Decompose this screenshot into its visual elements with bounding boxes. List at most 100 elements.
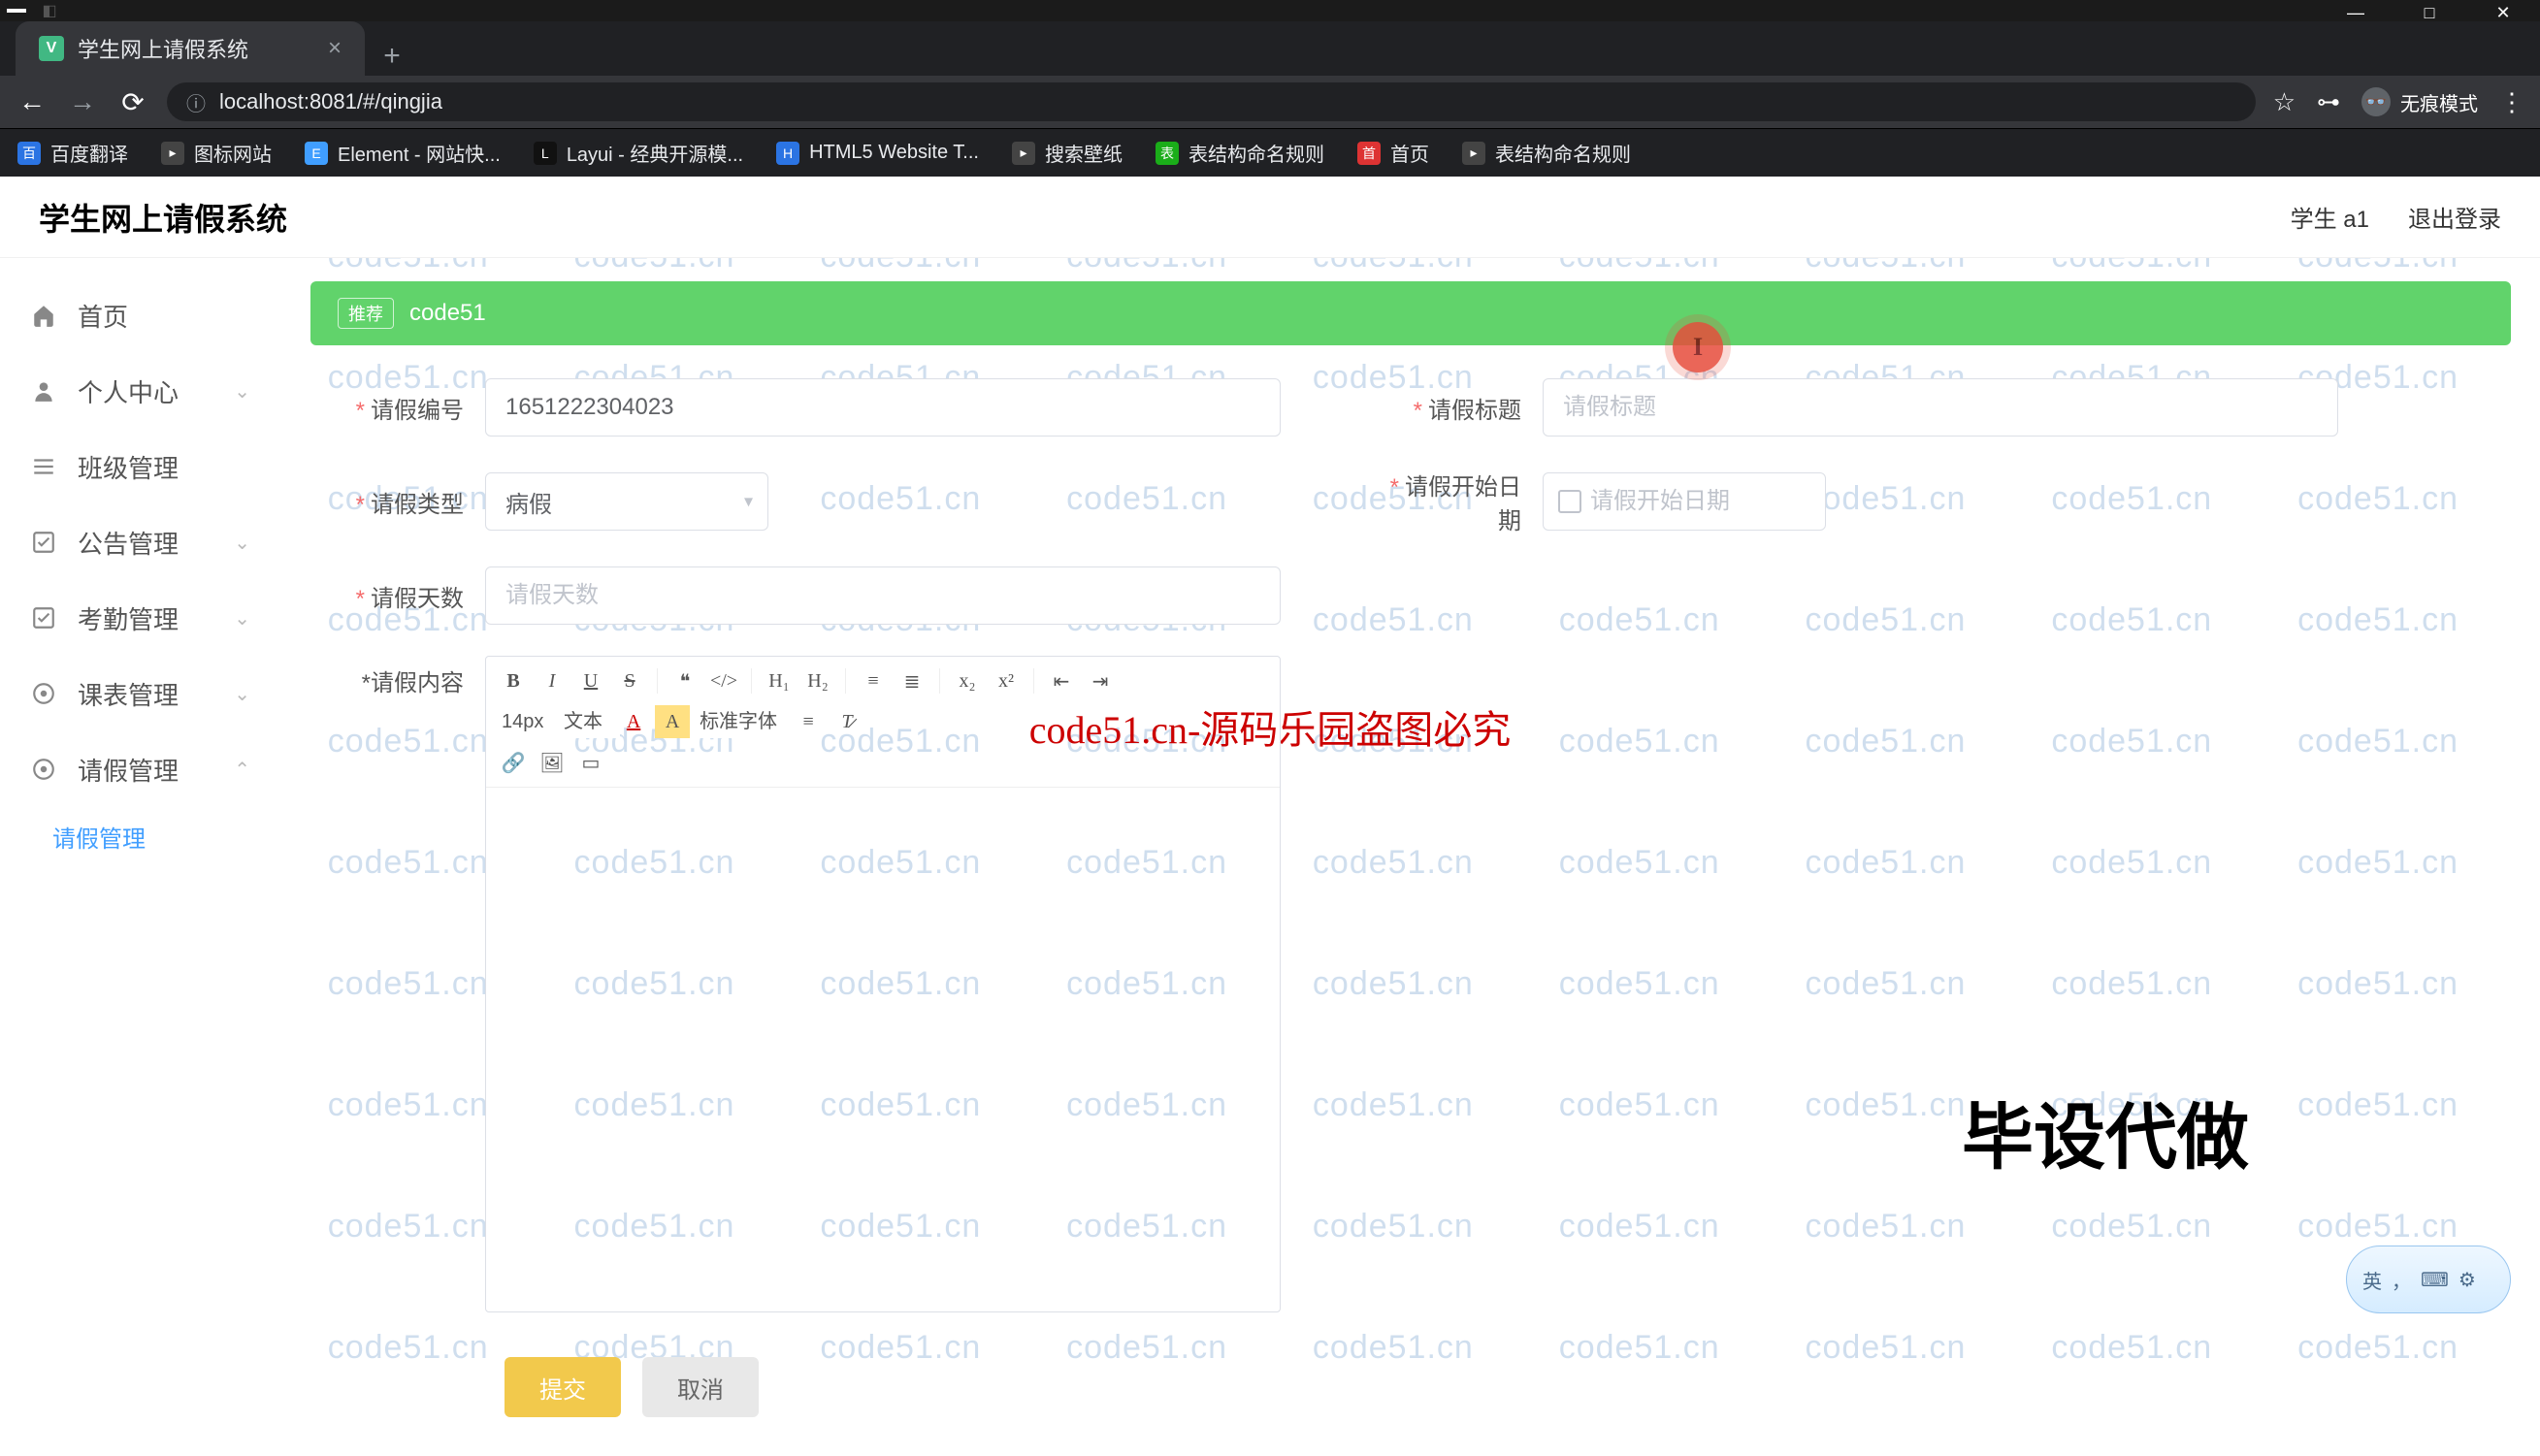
sidebar-item-attendance[interactable]: 考勤管理 ⌄	[0, 580, 281, 656]
italic-icon[interactable]: I	[535, 664, 570, 697]
label-leave-title: 请假标题	[1428, 398, 1521, 424]
bookmark-item[interactable]: ▸搜索壁纸	[1012, 139, 1123, 167]
nav-forward-icon[interactable]: →	[66, 86, 99, 117]
header-logout[interactable]: 退出登录	[2408, 200, 2501, 234]
window-maximize[interactable]: □	[2393, 0, 2466, 25]
sidebar-subitem-leave-manage[interactable]: 请假管理	[0, 807, 281, 865]
bookmark-item[interactable]: LLayui - 经典开源模...	[534, 139, 743, 167]
main-content: 推荐 code51 *请假编号 *请假标题 *请假类型 *请假开始日期 *请假天…	[281, 258, 2540, 1456]
pinned-app-icon[interactable]: ◧	[33, 0, 66, 21]
indent-icon[interactable]: ⇥	[1083, 664, 1118, 697]
submit-button[interactable]: 提交	[505, 1357, 621, 1417]
bookmark-item[interactable]: 百百度翻译	[17, 139, 128, 167]
sidebar-label: 个人中心	[78, 373, 179, 409]
h1-icon[interactable]: H₁	[762, 664, 797, 697]
taskbar-icon[interactable]	[0, 0, 33, 21]
clear-format-icon[interactable]: T̷	[830, 705, 864, 738]
list-ol-icon[interactable]: ≡	[856, 664, 891, 697]
bookmark-item[interactable]: ▸表结构命名规则	[1462, 139, 1631, 167]
incognito-icon: 👓	[2361, 87, 2391, 116]
underline-icon[interactable]: U	[573, 664, 608, 697]
strike-icon[interactable]: S	[612, 664, 647, 697]
field-leave-type: *请假类型	[310, 468, 1290, 535]
sidebar-item-home[interactable]: 首页	[0, 277, 281, 353]
sidebar-item-notice[interactable]: 公告管理 ⌄	[0, 504, 281, 580]
code-icon[interactable]: </>	[706, 664, 741, 697]
sidebar-item-leave[interactable]: 请假管理 ⌃	[0, 731, 281, 807]
bold-icon[interactable]: B	[496, 664, 531, 697]
image-icon[interactable]: 🖼	[535, 746, 570, 779]
cancel-button[interactable]: 取消	[642, 1357, 759, 1417]
leave-form: *请假编号 *请假标题 *请假类型 *请假开始日期 *请假天数 *请假内容	[310, 378, 2348, 1312]
ime-settings-icon[interactable]: ⚙	[2459, 1268, 2476, 1292]
subscript-icon[interactable]: x₂	[950, 664, 985, 697]
font-family-select[interactable]: 标准字体	[694, 705, 795, 738]
tab-title: 学生网上请假系统	[78, 33, 248, 64]
field-start-date: *请假开始日期	[1368, 468, 2348, 535]
window-close[interactable]: ✕	[2466, 0, 2540, 25]
app-title: 学生网上请假系统	[39, 195, 287, 240]
sidebar-label: 请假管理	[78, 752, 179, 788]
bookmark-item[interactable]: 表表结构命名规则	[1156, 139, 1324, 167]
password-key-icon[interactable]: ⊶	[2317, 88, 2340, 116]
outdent-icon[interactable]: ⇤	[1044, 664, 1079, 697]
url-text: localhost:8081/#/qingjia	[219, 89, 442, 114]
h2-icon[interactable]: H₂	[800, 664, 835, 697]
incognito-label: 无痕模式	[2400, 88, 2478, 116]
block-format-select[interactable]: 文本	[558, 705, 620, 738]
user-icon	[31, 378, 56, 404]
chevron-down-icon: ⌄	[234, 682, 250, 706]
list-icon	[31, 454, 56, 479]
header-user[interactable]: 学生 a1	[2291, 200, 2369, 234]
bg-color-icon[interactable]: A	[655, 705, 690, 738]
browser-tabstrip: V 学生网上请假系统 × +	[0, 21, 2540, 76]
select-leave-type[interactable]	[485, 472, 768, 531]
list-ul-icon[interactable]: ≣	[895, 664, 929, 697]
video-icon[interactable]: ▭	[573, 746, 608, 779]
chevron-down-icon: ⌄	[234, 379, 250, 404]
sidebar-item-profile[interactable]: 个人中心 ⌄	[0, 353, 281, 429]
target-icon	[31, 757, 56, 782]
sidebar-item-class[interactable]: 班级管理	[0, 429, 281, 504]
input-start-date[interactable]	[1543, 472, 1826, 531]
nav-reload-icon[interactable]: ⟳	[116, 86, 149, 118]
browser-address-bar: ← → ⟳ ⓘ localhost:8081/#/qingjia ☆ ⊶ 👓 无…	[0, 76, 2540, 128]
window-minimize[interactable]: —	[2319, 0, 2393, 25]
sidebar-item-timetable[interactable]: 课表管理 ⌄	[0, 656, 281, 731]
browser-tab[interactable]: V 学生网上请假系统 ×	[16, 21, 365, 76]
target-icon	[31, 681, 56, 706]
align-icon[interactable]: ≡	[791, 705, 826, 738]
bookmark-star-icon[interactable]: ☆	[2273, 87, 2296, 117]
sidebar-label: 考勤管理	[78, 600, 179, 636]
ime-punct-icon[interactable]: ，	[2392, 1266, 2411, 1294]
nav-back-icon[interactable]: ←	[16, 86, 49, 117]
chevron-down-icon: ⌄	[234, 606, 250, 631]
url-input[interactable]: ⓘ localhost:8081/#/qingjia	[167, 82, 2256, 121]
new-tab-button[interactable]: +	[373, 37, 411, 76]
sidebar-label: 公告管理	[78, 525, 179, 561]
text-color-icon[interactable]: A	[616, 705, 651, 738]
home-icon	[31, 303, 56, 328]
input-leave-id[interactable]	[485, 378, 1281, 437]
input-leave-days[interactable]	[485, 566, 1281, 625]
link-icon[interactable]: 🔗	[496, 746, 531, 779]
field-leave-days: *请假天数	[310, 566, 2348, 625]
site-info-icon[interactable]: ⓘ	[186, 88, 206, 116]
browser-menu-icon[interactable]: ⋮	[2499, 87, 2524, 117]
editor-body[interactable]	[486, 788, 1280, 1311]
bookmark-item[interactable]: ▸图标网站	[161, 139, 272, 167]
tab-close-icon[interactable]: ×	[328, 35, 342, 62]
ime-keyboard-icon[interactable]: ⌨	[2421, 1268, 2449, 1292]
tab-favicon: V	[39, 36, 64, 61]
check-icon	[31, 530, 56, 555]
bookmark-item[interactable]: EElement - 网站快...	[305, 139, 501, 167]
banner-text: code51	[409, 300, 486, 327]
quote-icon[interactable]: ❝	[668, 664, 702, 697]
rich-editor: B I U S ❝ </> H₁ H₂ ≡ ≣ x₂	[485, 656, 1281, 1312]
bookmark-item[interactable]: 首首页	[1357, 139, 1429, 167]
superscript-icon[interactable]: x²	[989, 664, 1024, 697]
bookmark-item[interactable]: HHTML5 Website T...	[776, 142, 979, 165]
ime-floating-bar[interactable]: 英 ， ⌨ ⚙	[2346, 1246, 2511, 1313]
font-size-select[interactable]: 14px	[496, 705, 562, 738]
input-leave-title[interactable]	[1543, 378, 2338, 437]
